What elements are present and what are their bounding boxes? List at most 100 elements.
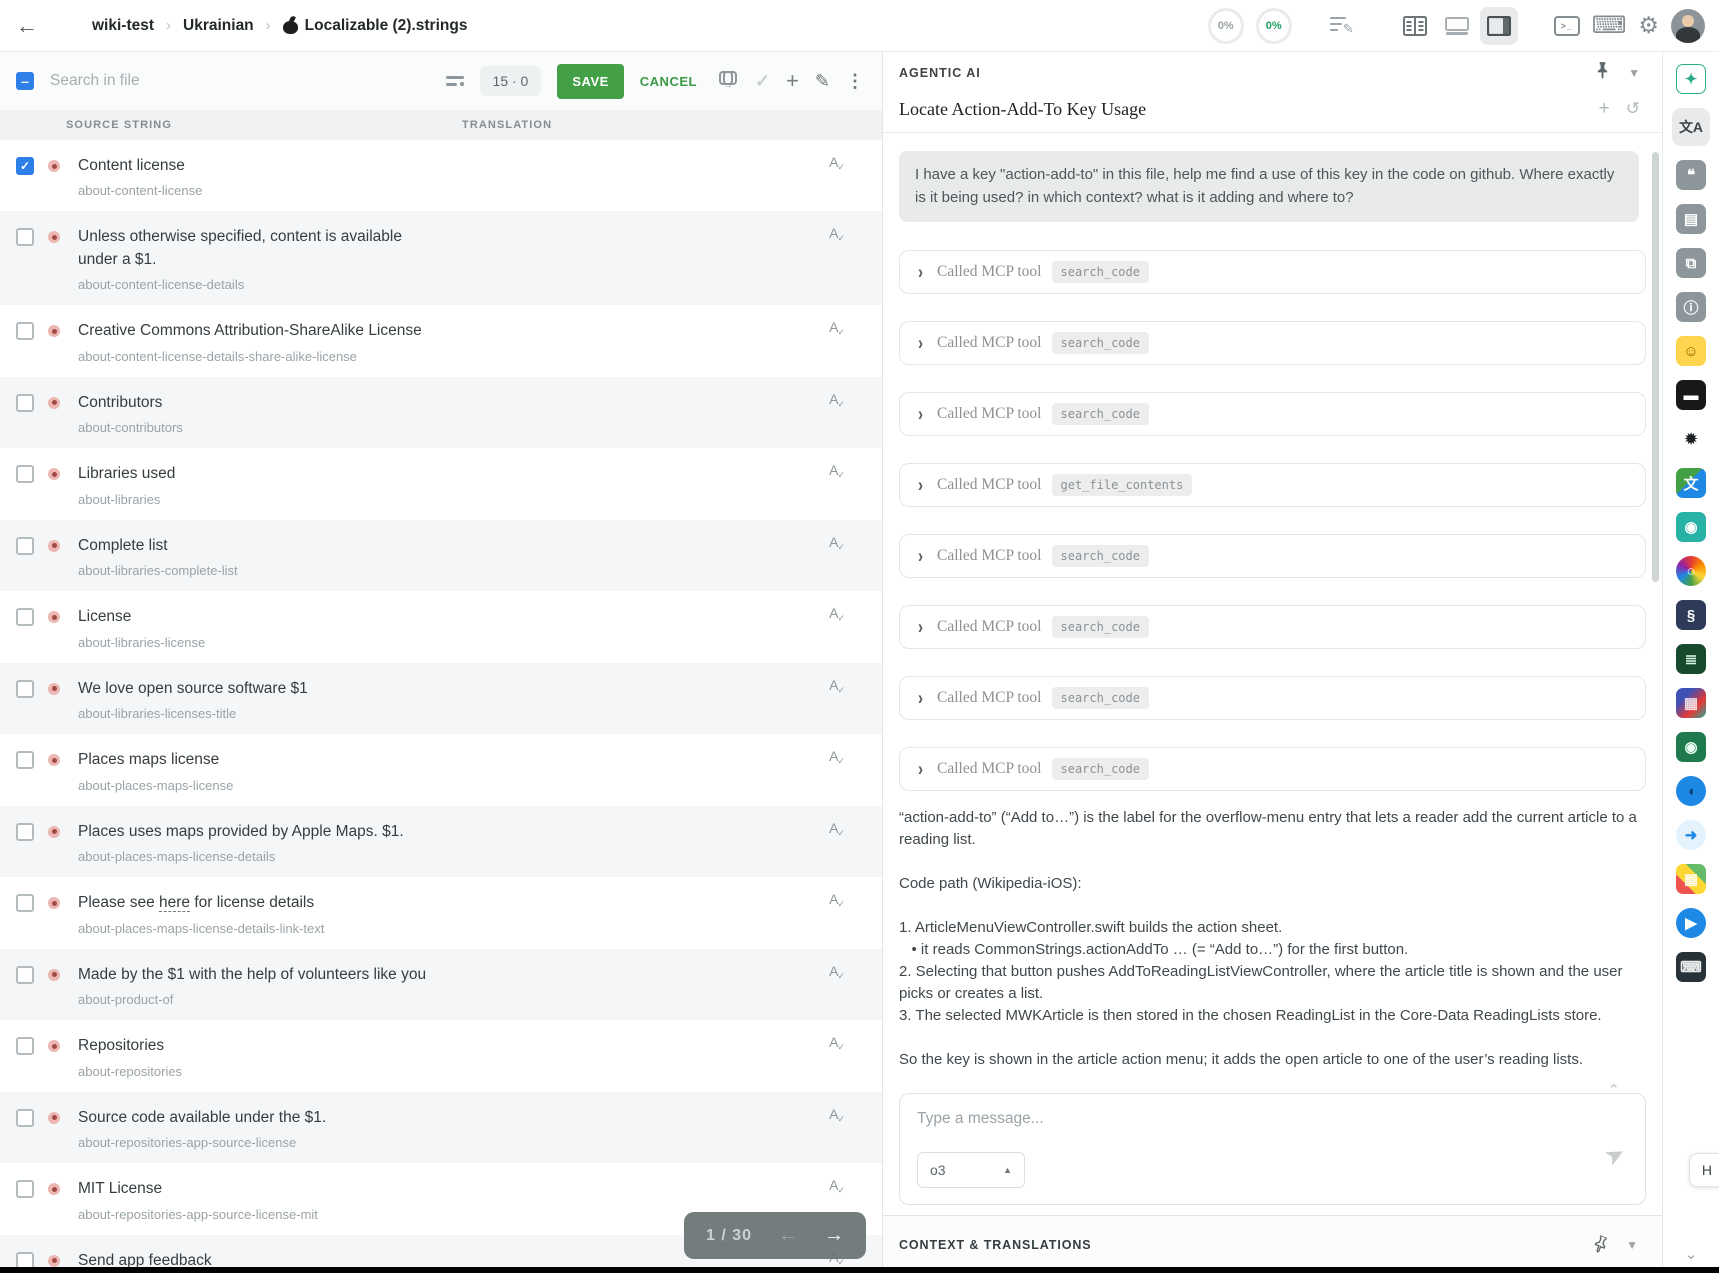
- mcp-tool-call-card[interactable]: ›Called MCP toolsearch_code: [899, 534, 1646, 578]
- spellcheck-translate-icon[interactable]: A✓: [829, 605, 846, 621]
- row-checkbox[interactable]: [16, 1180, 34, 1198]
- mcp-tool-call-card[interactable]: ›Called MCP toolsearch_code: [899, 321, 1646, 365]
- comments-icon[interactable]: ❝: [1676, 160, 1706, 190]
- user-avatar[interactable]: [1671, 9, 1705, 43]
- file-info-icon[interactable]: ⓘ: [1676, 292, 1706, 322]
- green-eye-extension-icon[interactable]: ◉: [1676, 732, 1706, 762]
- compass-extension-icon[interactable]: ✹: [1676, 424, 1706, 454]
- progress-circle-reviewed[interactable]: 0%: [1256, 8, 1292, 44]
- spellcheck-translate-icon[interactable]: A✓: [829, 1106, 846, 1122]
- ai-panel-scrollbar[interactable]: [1652, 152, 1659, 582]
- spellcheck-translate-icon[interactable]: A✓: [829, 462, 846, 478]
- cancel-button[interactable]: CANCEL: [640, 74, 697, 89]
- keyboard-icon[interactable]: ⌨: [1592, 11, 1627, 40]
- spellcheck-translate-icon[interactable]: A✓: [829, 1034, 846, 1050]
- spellcheck-translate-icon[interactable]: A✓: [829, 963, 846, 979]
- spellcheck-translate-icon[interactable]: A✓: [829, 225, 846, 241]
- table-row[interactable]: Licenseabout-libraries-licenseA✓: [0, 591, 882, 662]
- row-checkbox[interactable]: [16, 751, 34, 769]
- spellcheck-translate-icon[interactable]: A✓: [829, 534, 846, 550]
- card-list-icon[interactable]: ▤: [1676, 204, 1706, 234]
- black-book-extension-icon[interactable]: ▬: [1676, 380, 1706, 410]
- row-checkbox[interactable]: ✓: [16, 157, 34, 175]
- bookmarks-icon[interactable]: ⧉: [1676, 248, 1706, 278]
- table-row[interactable]: ✓Content licenseabout-content-licenseA✓: [0, 140, 882, 211]
- mcp-tool-call-card[interactable]: ›Called MCP toolsearch_code: [899, 605, 1646, 649]
- expand-context-chevron-icon[interactable]: ▼: [1626, 1238, 1638, 1252]
- mcp-tool-call-card[interactable]: ›Called MCP toolsearch_code: [899, 392, 1646, 436]
- breadcrumb-language[interactable]: Ukrainian: [183, 17, 254, 35]
- keyboard-extension-icon[interactable]: ⌨: [1676, 952, 1706, 982]
- add-key-icon[interactable]: +: [786, 68, 799, 94]
- edit-icon[interactable]: ✎: [815, 71, 830, 92]
- select-all-checkbox[interactable]: –: [16, 72, 34, 90]
- row-checkbox[interactable]: [16, 228, 34, 246]
- row-checkbox[interactable]: [16, 465, 34, 483]
- cube-extension-icon[interactable]: ▦: [1676, 864, 1706, 894]
- layout-bottom-panel-icon[interactable]: [1438, 7, 1476, 45]
- spellcheck-translate-icon[interactable]: A✓: [829, 677, 846, 693]
- breadcrumb-file[interactable]: Localizable (2).strings: [283, 17, 468, 35]
- settings-gear-icon[interactable]: ⚙: [1638, 12, 1659, 39]
- bulk-edit-icon[interactable]: ✎: [1330, 15, 1354, 37]
- table-row[interactable]: Places maps licenseabout-places-maps-lic…: [0, 734, 882, 805]
- progress-circle-overall[interactable]: 0%: [1208, 8, 1244, 44]
- spellcheck-translate-icon[interactable]: A✓: [829, 748, 846, 764]
- row-checkbox[interactable]: [16, 1109, 34, 1127]
- chat-history-icon[interactable]: ↺: [1626, 99, 1640, 119]
- row-checkbox[interactable]: [16, 394, 34, 412]
- mcp-tool-call-card[interactable]: ›Called MCP toolget_file_contents: [899, 463, 1646, 507]
- table-row[interactable]: Made by the $1 with the help of voluntee…: [0, 949, 882, 1020]
- mosaic-extension-icon[interactable]: ▦: [1676, 688, 1706, 718]
- row-checkbox[interactable]: [16, 1037, 34, 1055]
- mcp-tool-call-card[interactable]: ›Called MCP toolsearch_code: [899, 250, 1646, 294]
- next-page-icon[interactable]: →: [824, 1224, 844, 1247]
- table-row[interactable]: Unless otherwise specified, content is a…: [0, 211, 882, 305]
- table-row[interactable]: Repositoriesabout-repositoriesA✓: [0, 1020, 882, 1091]
- pin-icon[interactable]: [1595, 62, 1610, 84]
- agentic-ai-icon[interactable]: ✦: [1676, 64, 1706, 94]
- collapse-panel-chevron-icon[interactable]: ▼: [1628, 66, 1640, 80]
- mcp-tool-call-card[interactable]: ›Called MCP toolsearch_code: [899, 676, 1646, 720]
- table-row[interactable]: Source code available under the $1.about…: [0, 1092, 882, 1163]
- back-icon[interactable]: ←: [16, 13, 38, 39]
- spellcheck-translate-icon[interactable]: A✓: [829, 820, 846, 836]
- new-chat-icon[interactable]: +: [1599, 98, 1610, 120]
- message-composer[interactable]: Type a message... o3 ▲ ➤: [899, 1093, 1646, 1205]
- search-input[interactable]: [50, 72, 430, 90]
- mcp-tool-call-card[interactable]: ›Called MCP toolsearch_code: [899, 747, 1646, 791]
- color-wheel-extension-icon[interactable]: ○: [1676, 556, 1706, 586]
- row-checkbox[interactable]: [16, 322, 34, 340]
- row-checkbox[interactable]: [16, 823, 34, 841]
- spellcheck-translate-icon[interactable]: A✓: [829, 154, 846, 170]
- green-list-extension-icon[interactable]: ≣: [1676, 644, 1706, 674]
- rocket-extension-icon[interactable]: ➜: [1676, 820, 1706, 850]
- send-message-icon[interactable]: ➤: [1599, 1138, 1630, 1173]
- teal-eye-extension-icon[interactable]: ◉: [1676, 512, 1706, 542]
- rail-collapse-chevron-icon[interactable]: ⌄: [1685, 1245, 1698, 1263]
- table-row[interactable]: Contributorsabout-contributorsA✓: [0, 377, 882, 448]
- duplicate-icon[interactable]: →: [719, 71, 739, 91]
- translate-panel-icon[interactable]: 文A: [1672, 108, 1710, 146]
- spellcheck-translate-icon[interactable]: A✓: [829, 891, 846, 907]
- section-sign-extension-icon[interactable]: §: [1676, 600, 1706, 630]
- table-row[interactable]: Complete listabout-libraries-complete-li…: [0, 520, 882, 591]
- blue-cap-extension-icon[interactable]: ◖: [1676, 776, 1706, 806]
- table-row[interactable]: Libraries usedabout-librariesA✓: [0, 448, 882, 519]
- prev-page-icon[interactable]: ←: [778, 1224, 798, 1247]
- filter-icon[interactable]: [446, 74, 464, 88]
- terminal-icon[interactable]: >_: [1554, 16, 1580, 36]
- spellcheck-translate-icon[interactable]: A✓: [829, 1177, 846, 1193]
- menu-icon[interactable]: [56, 18, 76, 34]
- row-checkbox[interactable]: [16, 608, 34, 626]
- more-options-icon[interactable]: ⋮: [846, 71, 864, 92]
- spellcheck-translate-icon[interactable]: A✓: [829, 391, 846, 407]
- spellcheck-translate-icon[interactable]: A✓: [829, 319, 846, 335]
- unpin-icon[interactable]: [1590, 1234, 1610, 1255]
- layout-columns-icon[interactable]: [1396, 7, 1434, 45]
- table-row[interactable]: Please see here for license detailsabout…: [0, 877, 882, 948]
- breadcrumb-project[interactable]: wiki-test: [92, 17, 154, 35]
- row-checkbox[interactable]: [16, 894, 34, 912]
- row-checkbox[interactable]: [16, 680, 34, 698]
- chat-scroll-area[interactable]: I have a key "action-add-to" in this fil…: [883, 133, 1662, 1215]
